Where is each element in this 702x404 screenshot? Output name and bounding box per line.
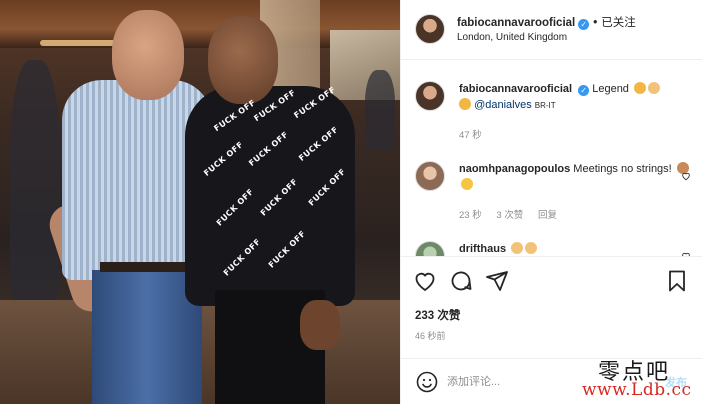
comment-item: naomhpanagopoulos Meetings no strings! 2…: [415, 161, 697, 223]
comment-body: Meetings no strings!: [573, 163, 672, 175]
comment-input[interactable]: [447, 372, 627, 392]
caption-item: fabiocannavarooficial ✓ Legend @danialve…: [415, 81, 697, 151]
flexed-biceps-icon: [459, 98, 471, 110]
author-username[interactable]: fabiocannavarooficial: [457, 17, 575, 29]
comment-username[interactable]: naomhpanagopoulos: [459, 163, 570, 175]
verified-badge-icon: ✓: [578, 85, 590, 96]
caption-mention[interactable]: @danialves: [474, 99, 532, 111]
caption-meta: 47 秒: [459, 127, 494, 141]
post-location[interactable]: London, United Kingdom: [457, 32, 567, 43]
comment-text: naomhpanagopoulos Meetings no strings!: [459, 161, 689, 193]
comment-meta: 23 秒 3 次赞 回复: [459, 207, 569, 221]
emoji-picker-icon[interactable]: [415, 370, 439, 394]
caption-body: Legend: [592, 83, 629, 95]
person-right-hand: [300, 300, 340, 350]
comment-username[interactable]: drifthaus: [459, 243, 506, 255]
comment-likes[interactable]: 3 次赞: [496, 210, 523, 221]
person-right-sweater: [185, 86, 355, 306]
commenter-avatar[interactable]: [415, 161, 445, 191]
comment-bubble-icon[interactable]: [449, 269, 473, 293]
comment-time: 23 秒: [459, 210, 482, 221]
save-bookmark-icon[interactable]: [665, 269, 689, 293]
separator-dot: •: [593, 17, 598, 29]
comment-composer: 发布: [401, 358, 702, 404]
person-right-head: [208, 16, 278, 104]
post-photo[interactable]: FUCK OFF FUCK OFF FUCK OFF FUCK OFF FUCK…: [0, 0, 400, 404]
comment-item: drifthaus: [415, 241, 697, 256]
author-line: fabiocannavarooficial ✓ • 已关注: [457, 14, 636, 30]
like-count[interactable]: 233 次赞: [415, 307, 460, 323]
post-time: 46 秒前: [415, 331, 446, 341]
clapping-hands-icon: [648, 82, 660, 94]
post-header: fabiocannavarooficial ✓ • 已关注 London, Unite…: [401, 0, 702, 60]
caption-author-avatar[interactable]: [415, 81, 445, 111]
following-button[interactable]: 已关注: [601, 17, 636, 29]
smiling-face-icon: [461, 178, 473, 190]
caption-username[interactable]: fabiocannavarooficial: [459, 83, 572, 95]
caption-text: fabiocannavarooficial ✓ Legend @danialve…: [459, 81, 689, 114]
like-heart-icon[interactable]: [413, 269, 437, 293]
caption-time: 47 秒: [459, 130, 482, 141]
post-actions: 233 次赞 46 秒前: [401, 256, 702, 366]
comments-section[interactable]: fabiocannavarooficial ✓ Legend @danialve…: [401, 61, 702, 256]
reply-button[interactable]: 回复: [538, 210, 557, 221]
background-person: [365, 70, 395, 150]
comment-like-icon[interactable]: [681, 171, 691, 181]
commenter-avatar[interactable]: [415, 241, 445, 256]
post-comment-button[interactable]: 发布: [665, 374, 687, 390]
post-side-panel: fabiocannavarooficial ✓ • 已关注 London, Unite…: [400, 0, 702, 404]
person-left-belt: [100, 262, 195, 272]
translation-tag: BR-IT: [534, 101, 556, 110]
clapping-hands-icon: [525, 242, 538, 254]
comment-text: drifthaus: [459, 241, 689, 256]
author-avatar[interactable]: [415, 14, 445, 44]
person-left-head: [112, 10, 184, 100]
background-person: [10, 60, 60, 300]
clapping-hands-icon: [511, 242, 524, 254]
share-direct-icon[interactable]: [485, 269, 509, 293]
verified-badge-icon: ✓: [578, 19, 590, 30]
praying-hands-icon: [634, 82, 646, 94]
